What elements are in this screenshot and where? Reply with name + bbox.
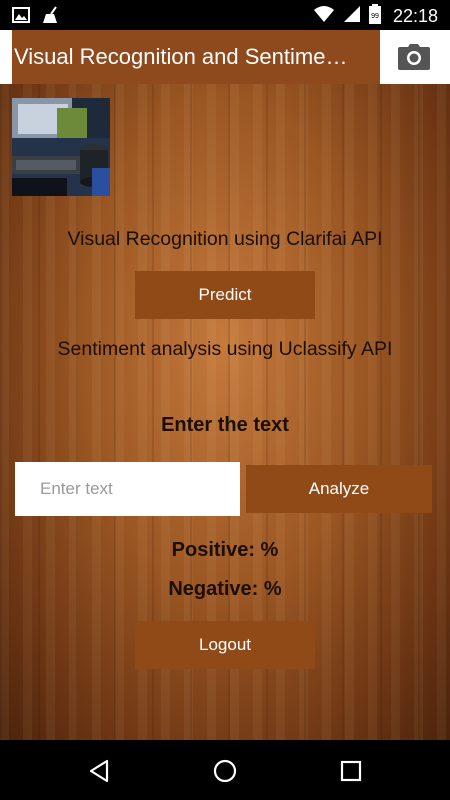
app-title: Visual Recognition and Sentime…	[12, 30, 380, 84]
cellular-icon	[343, 5, 361, 28]
sentiment-heading: Sentiment analysis using Uclassify API	[57, 338, 393, 360]
battery-level: 99	[371, 13, 379, 20]
back-icon	[89, 759, 109, 783]
selected-image-thumbnail[interactable]	[12, 98, 110, 196]
enter-text-label: Enter the text	[161, 414, 289, 436]
status-bar: 99 22:18	[0, 0, 450, 30]
recents-icon	[340, 760, 362, 782]
photo-laptop-mug	[12, 98, 110, 196]
battery-icon: 99	[368, 4, 381, 29]
logout-button[interactable]: Logout	[135, 621, 315, 669]
recents-button[interactable]	[338, 758, 364, 784]
predict-button[interactable]: Predict	[135, 271, 315, 319]
navigation-bar	[0, 740, 450, 800]
sentiment-text-input[interactable]	[15, 462, 240, 516]
home-button[interactable]	[212, 758, 238, 784]
clock: 22:18	[392, 6, 438, 26]
positive-score: Positive: %	[171, 539, 279, 561]
home-icon	[213, 759, 237, 783]
visual-recognition-heading: Visual Recognition using Clarifai API	[67, 228, 383, 250]
image-icon	[12, 7, 30, 28]
back-button[interactable]	[87, 758, 113, 784]
negative-score: Negative: %	[168, 578, 282, 600]
main-content: Visual Recognition using Clarifai API Pr…	[0, 84, 450, 740]
broom-icon	[42, 6, 60, 29]
app-bar: Visual Recognition and Sentime…	[0, 30, 450, 84]
wifi-icon	[313, 5, 335, 28]
camera-icon	[398, 44, 430, 70]
camera-button[interactable]	[394, 40, 434, 74]
analyze-button[interactable]: Analyze	[246, 465, 432, 513]
